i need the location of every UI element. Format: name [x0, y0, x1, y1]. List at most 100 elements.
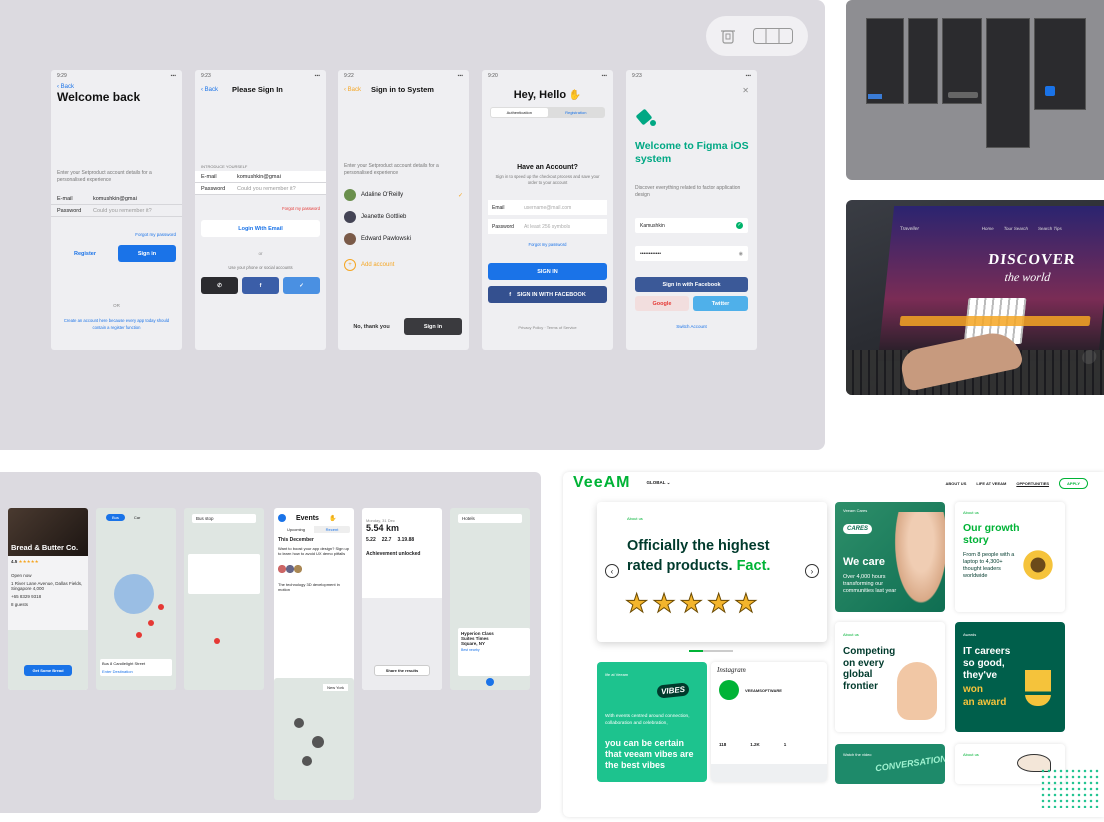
switch-account-link[interactable]: Switch Account — [626, 324, 757, 329]
account-item[interactable]: Jeanette Gottlieb — [344, 206, 463, 228]
password-field[interactable]: •••••••••••• ◉ — [635, 246, 748, 261]
star-icon: ★ — [706, 588, 731, 619]
nav-home[interactable]: Home — [982, 226, 995, 231]
tab-car[interactable]: Car — [128, 514, 146, 521]
city-select[interactable]: New York — [323, 684, 348, 691]
status-time: 9:23 — [632, 73, 642, 79]
tab-registration[interactable]: Registration — [548, 108, 605, 117]
destination-item[interactable]: Enter Destination — [102, 669, 170, 674]
email-field[interactable]: E-mail komushkin@gmai — [51, 193, 182, 205]
share-results-button[interactable]: Share the results — [374, 665, 430, 676]
dark-settings-panel — [846, 0, 1104, 180]
username-field[interactable]: Kamushkin ✓ — [635, 218, 748, 233]
password-field[interactable]: Password Could you remember it? — [51, 205, 182, 217]
back-button[interactable]: ‹ Back — [344, 87, 361, 93]
twitter-button[interactable]: Twitter — [693, 296, 748, 311]
password-field[interactable]: Password At least 256 symbols — [488, 219, 607, 234]
account-item[interactable]: Adaline O'Reilly ✓ — [344, 184, 463, 206]
password-field[interactable]: Password Could you remember it? — [195, 183, 326, 195]
video-word: CONVERSATIONS — [874, 752, 945, 774]
video-tag[interactable]: Watch the video — [843, 752, 872, 757]
forgot-link[interactable]: Forgot my password — [282, 206, 320, 211]
careers-won: won — [963, 684, 983, 695]
back-button[interactable]: ‹ Back — [51, 79, 182, 90]
careers-tag: Awards — [963, 632, 977, 637]
growth-tag: About us — [963, 510, 979, 515]
carousel-prev-icon[interactable]: ‹ — [605, 564, 619, 578]
status-time: 9:23 — [201, 73, 211, 79]
nav-search-tips[interactable]: Search Tips — [1038, 226, 1062, 231]
apply-button[interactable]: APPLY — [1059, 478, 1088, 489]
tab-authentication[interactable]: Authentication — [491, 108, 548, 117]
locate-button[interactable] — [486, 678, 494, 686]
eye-icon[interactable]: ◉ — [739, 251, 743, 257]
nav-tour-search[interactable]: Tour Search — [1004, 226, 1029, 231]
route-item[interactable]: Bus 8 Candlelight Street — [102, 661, 170, 666]
back-icon[interactable] — [278, 514, 286, 522]
description: Discover everything related to factor ap… — [635, 185, 741, 198]
hero-title-2: rated products. — [627, 558, 733, 574]
forgot-link[interactable]: Forgot my password — [482, 242, 613, 247]
status-time: 9:29 — [57, 73, 67, 79]
star-icon: ★ — [624, 588, 649, 619]
register-button[interactable]: Register — [57, 245, 113, 262]
columns-icon[interactable] — [753, 28, 793, 44]
signin-button[interactable]: Sign in — [118, 245, 176, 262]
phone-screen-hey-hello: 9:20 ▪▪▪ Hey, Hello ✋ Authentication Regi… — [482, 70, 613, 350]
account-item[interactable]: Edward Pawlowski — [344, 228, 463, 250]
growth-text: From 8 people with a laptop to 4,300+ th… — [963, 552, 1015, 579]
sunflower-icon — [1021, 548, 1055, 582]
email-field[interactable]: E-mail komushkin@gmai — [195, 171, 326, 183]
nav-opportunities[interactable]: OPPORTUNITIES — [1016, 481, 1049, 486]
login-email-button[interactable]: Login With Email — [201, 220, 320, 237]
or-divider: or — [258, 251, 263, 256]
hero-tag: About us — [627, 516, 643, 521]
trash-icon[interactable] — [721, 28, 735, 44]
carousel-next-icon[interactable]: › — [805, 564, 819, 578]
nav-life[interactable]: LIFE AT VEEAM — [976, 481, 1006, 486]
back-button[interactable]: ‹ Back — [201, 87, 218, 93]
phone-login-button[interactable]: ✆ — [201, 277, 238, 294]
status-time: 9:20 — [488, 73, 498, 79]
veeam-logo[interactable]: VeeAM — [573, 474, 630, 492]
google-button[interactable]: Google — [635, 296, 689, 311]
facebook-signin-button[interactable]: Sign in with Facebook — [635, 277, 748, 292]
hotel-search[interactable]: Hotels — [458, 514, 522, 523]
instagram-card: Instagram VEEAMSOFTWARE 118 1.2K 1 — [711, 662, 827, 782]
forgot-link[interactable]: Forgot my password — [135, 232, 176, 237]
footer-links[interactable]: Privacy Policy · Terms of Service — [482, 325, 613, 330]
detail-phone: +65 8329 9318 — [11, 594, 42, 599]
panel-toolbar — [706, 16, 808, 56]
add-account-button[interactable]: + Add account — [344, 250, 463, 280]
tab-recent[interactable]: Recent — [314, 526, 350, 533]
email-field[interactable]: Email username@mail.com — [488, 200, 607, 215]
section-label: INTRODUCE YOURSELF — [201, 164, 248, 169]
trophy-icon — [1025, 670, 1051, 706]
get-bread-button[interactable]: Get Some Bread — [24, 665, 72, 676]
signin-button[interactable]: SIGN IN — [488, 263, 607, 280]
twitter-login-button[interactable]: ✓ — [283, 277, 320, 294]
signin-button[interactable]: Sign in — [404, 318, 462, 335]
stat-2: 22.7 — [381, 537, 392, 543]
no-thanks-button[interactable]: No, thank you — [344, 318, 399, 335]
vibes-title: you can be certain that veeam vibes are … — [605, 738, 694, 770]
phone-screen-welcome-back: 9:29 ▪▪▪ ‹ Back Welcome back Enter your S… — [51, 70, 182, 350]
region-select[interactable]: GLOBAL ⌄ — [646, 480, 670, 486]
care-tag: Veeam Cares — [843, 508, 868, 513]
tab-upcoming[interactable]: Upcoming — [278, 526, 314, 533]
tab-bus[interactable]: Bus — [106, 514, 125, 521]
stat-1: 5.22 — [366, 537, 376, 543]
detail-address: 1 River Lane Avenue, Dallas Fields, Sing… — [11, 581, 83, 591]
close-icon[interactable]: ✕ — [742, 86, 749, 95]
status-time: 9:22 — [344, 73, 354, 79]
nav-about[interactable]: ABOUT US — [945, 481, 966, 486]
person-photo — [891, 512, 945, 612]
footer-text[interactable]: Create an account here because every app… — [57, 317, 176, 331]
hero-subtitle: the world — [1003, 270, 1052, 284]
facebook-login-button[interactable]: f — [242, 277, 279, 294]
search-bar[interactable] — [899, 316, 1091, 326]
facebook-signin-button[interactable]: f SIGN IN WITH FACEBOOK — [488, 286, 607, 303]
search-input[interactable]: Bus stop — [192, 514, 256, 523]
compete-tag: About us — [843, 632, 859, 637]
compete-title: Competing on every global frontier — [843, 646, 896, 692]
